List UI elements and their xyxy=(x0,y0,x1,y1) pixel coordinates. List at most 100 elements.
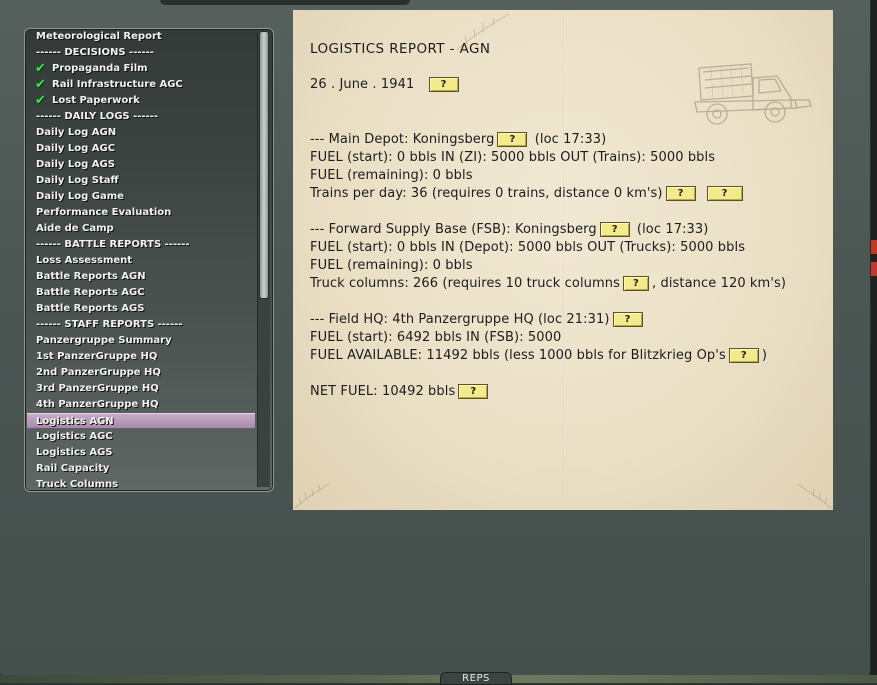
corner-ornament-icon xyxy=(796,483,832,509)
list-item-propaganda-film[interactable]: ✔ Propaganda Film xyxy=(27,61,255,77)
list-section-header: ------ DECISIONS ------ xyxy=(27,45,255,61)
main-depot-loc: (loc 17:33) xyxy=(534,132,607,147)
list-item-rail-capacity[interactable]: Rail Capacity xyxy=(27,461,255,477)
list-item-daily-log-game[interactable]: Daily Log Game xyxy=(27,189,255,205)
list-item-daily-log-agn[interactable]: Daily Log AGN xyxy=(27,125,255,141)
map-marker-icon xyxy=(871,240,877,254)
reports-list[interactable]: Meteorological Report ------ DECISIONS --… xyxy=(24,28,274,492)
checkmark-icon: ✔ xyxy=(35,77,46,92)
list-item-label: Performance Evaluation xyxy=(36,207,172,218)
checkmark-icon: ✔ xyxy=(35,93,46,108)
list-item-label: Aide de Camp xyxy=(36,223,114,234)
fsb-fuel-remaining: FUEL (remaining): 0 bbls xyxy=(310,258,473,273)
help-button[interactable]: ? xyxy=(612,312,643,327)
help-button[interactable]: ? xyxy=(728,348,759,363)
list-item-label: ------ DAILY LOGS ------ xyxy=(36,111,158,122)
list-item-label: Battle Reports AGN xyxy=(36,271,146,282)
supply-truck-illustration xyxy=(694,63,812,125)
fsb-trucks-line: Truck columns: 266 (requires 10 truck co… xyxy=(310,275,786,293)
list-item-label: Logistics AGS xyxy=(36,447,113,458)
list-item-daily-log-staff[interactable]: Daily Log Staff xyxy=(27,173,255,189)
map-strip xyxy=(0,675,877,683)
report-date: 26 . June . 1941 xyxy=(310,77,415,92)
main-depot-fuel-flow: FUEL (start): 0 bbls IN (ZI): 5000 bbls … xyxy=(310,150,716,165)
field-hq-fuel-flow: FUEL (start): 6492 bbls IN (FSB): 5000 xyxy=(310,330,562,345)
list-item-label: 3rd PanzerGruppe HQ xyxy=(36,383,159,394)
list-item-truck-columns[interactable]: Truck Columns xyxy=(27,477,255,491)
reps-tab[interactable]: REPS xyxy=(440,672,512,685)
trains-per-day: Trains per day: 36 (requires 0 trains, d… xyxy=(310,186,663,201)
list-item-battle-reports-agn[interactable]: Battle Reports AGN xyxy=(27,269,255,285)
fsb-label: --- Forward Supply Base (FSB): Koningsbe… xyxy=(310,222,597,237)
frame-top-notch xyxy=(160,0,410,5)
list-scrollbar[interactable] xyxy=(257,31,270,487)
list-item-label: Panzergruppe Summary xyxy=(36,335,172,346)
list-item-4th-panzergruppe-hq[interactable]: 4th PanzerGruppe HQ xyxy=(27,397,255,413)
list-item-daily-log-ags[interactable]: Daily Log AGS xyxy=(27,157,255,173)
list-item-loss-assessment[interactable]: Loss Assessment xyxy=(27,253,255,269)
list-item-label: Truck Columns xyxy=(36,479,119,490)
help-button[interactable]: ? xyxy=(497,132,528,147)
list-item-daily-log-agc[interactable]: Daily Log AGC xyxy=(27,141,255,157)
list-item-label: Daily Log AGN xyxy=(36,127,117,138)
fuel-available: FUEL AVAILABLE: 11492 bbls (less 1000 bb… xyxy=(310,348,726,363)
list-item-lost-paperwork[interactable]: ✔ Lost Paperwork xyxy=(27,93,255,109)
list-item-label: Rail Infrastructure AGC xyxy=(52,79,183,90)
list-item-3rd-panzergruppe-hq[interactable]: 3rd PanzerGruppe HQ xyxy=(27,381,255,397)
help-button[interactable]: ? xyxy=(458,384,489,399)
net-fuel-line: NET FUEL: 10492 bbls? xyxy=(310,383,491,401)
list-item-rail-infrastructure-agc[interactable]: ✔ Rail Infrastructure AGC xyxy=(27,77,255,93)
fsb-line: --- Forward Supply Base (FSB): Koningsbe… xyxy=(310,221,708,239)
checkmark-icon: ✔ xyxy=(35,61,46,76)
map-edge-strip xyxy=(871,0,877,683)
net-fuel: NET FUEL: 10492 bbls xyxy=(310,384,456,399)
list-item-label: Rail Capacity xyxy=(36,463,110,474)
list-item-label: 2nd PanzerGruppe HQ xyxy=(36,367,161,378)
list-item-meteorological-report[interactable]: Meteorological Report xyxy=(27,29,255,45)
list-scrollbar-thumb[interactable] xyxy=(259,31,269,299)
list-item-aide-de-camp[interactable]: Aide de Camp xyxy=(27,221,255,237)
list-item-label: ------ STAFF REPORTS ------ xyxy=(36,319,183,330)
main-depot-label: --- Main Depot: Koningsberg xyxy=(310,132,495,147)
help-button[interactable]: ? xyxy=(428,77,459,92)
field-hq-line: --- Field HQ: 4th Panzergruppe HQ (loc 2… xyxy=(310,311,646,329)
list-item-label: Propaganda Film xyxy=(52,63,148,74)
fsb-loc: (loc 17:33) xyxy=(636,222,709,237)
list-item-performance-evaluation[interactable]: Performance Evaluation xyxy=(27,205,255,221)
list-item-battle-reports-agc[interactable]: Battle Reports AGC xyxy=(27,285,255,301)
list-item-label: 4th PanzerGruppe HQ xyxy=(36,399,159,410)
list-item-logistics-ags[interactable]: Logistics AGS xyxy=(27,445,255,461)
list-item-logistics-agn[interactable]: Logistics AGN xyxy=(27,413,255,429)
list-item-label: Battle Reports AGS xyxy=(36,303,145,314)
list-item-label: Daily Log Game xyxy=(36,191,124,202)
list-item-label: Meteorological Report xyxy=(36,31,162,42)
report-title: LOGISTICS REPORT - AGN xyxy=(310,41,491,57)
help-button[interactable]: ? xyxy=(623,276,649,291)
list-item-logistics-agc[interactable]: Logistics AGC xyxy=(27,429,255,445)
help-button[interactable]: ? xyxy=(665,186,696,201)
list-item-1st-panzergruppe-hq[interactable]: 1st PanzerGruppe HQ xyxy=(27,349,255,365)
fsb-fuel-flow: FUEL (start): 0 bbls IN (Depot): 5000 bb… xyxy=(310,240,746,255)
list-item-battle-reports-ags[interactable]: Battle Reports AGS xyxy=(27,301,255,317)
main-depot-fuel-remaining: FUEL (remaining): 0 bbls xyxy=(310,168,473,183)
field-hq-fuel-available: FUEL AVAILABLE: 11492 bbls (less 1000 bb… xyxy=(310,347,767,365)
corner-ornament-icon xyxy=(294,483,330,509)
report-date-line: 26 . June . 1941 ? xyxy=(310,76,462,94)
help-button[interactable]: ? xyxy=(706,186,743,201)
logistics-report-panel: LOGISTICS REPORT - AGN 26 . June . 1941 … xyxy=(293,10,833,510)
truck-columns: Truck columns: 266 (requires 10 truck co… xyxy=(310,276,620,291)
parchment-fold xyxy=(563,10,565,510)
list-item-label: ------ BATTLE REPORTS ------ xyxy=(36,239,190,250)
list-section-header: ------ STAFF REPORTS ------ xyxy=(27,317,255,333)
list-item-label: Daily Log AGS xyxy=(36,159,115,170)
map-marker-icon xyxy=(871,262,877,276)
list-item-panzergruppe-summary[interactable]: Panzergruppe Summary xyxy=(27,333,255,349)
list-item-label: Battle Reports AGC xyxy=(36,287,145,298)
main-depot-line: --- Main Depot: Koningsberg? (loc 17:33) xyxy=(310,131,606,149)
list-item-2nd-panzergruppe-hq[interactable]: 2nd PanzerGruppe HQ xyxy=(27,365,255,381)
list-item-label: Lost Paperwork xyxy=(52,95,140,106)
list-section-header: ------ BATTLE REPORTS ------ xyxy=(27,237,255,253)
help-button[interactable]: ? xyxy=(599,222,630,237)
list-item-label: Logistics AGN xyxy=(36,416,114,427)
field-hq-label: --- Field HQ: 4th Panzergruppe HQ (loc 2… xyxy=(310,312,610,327)
